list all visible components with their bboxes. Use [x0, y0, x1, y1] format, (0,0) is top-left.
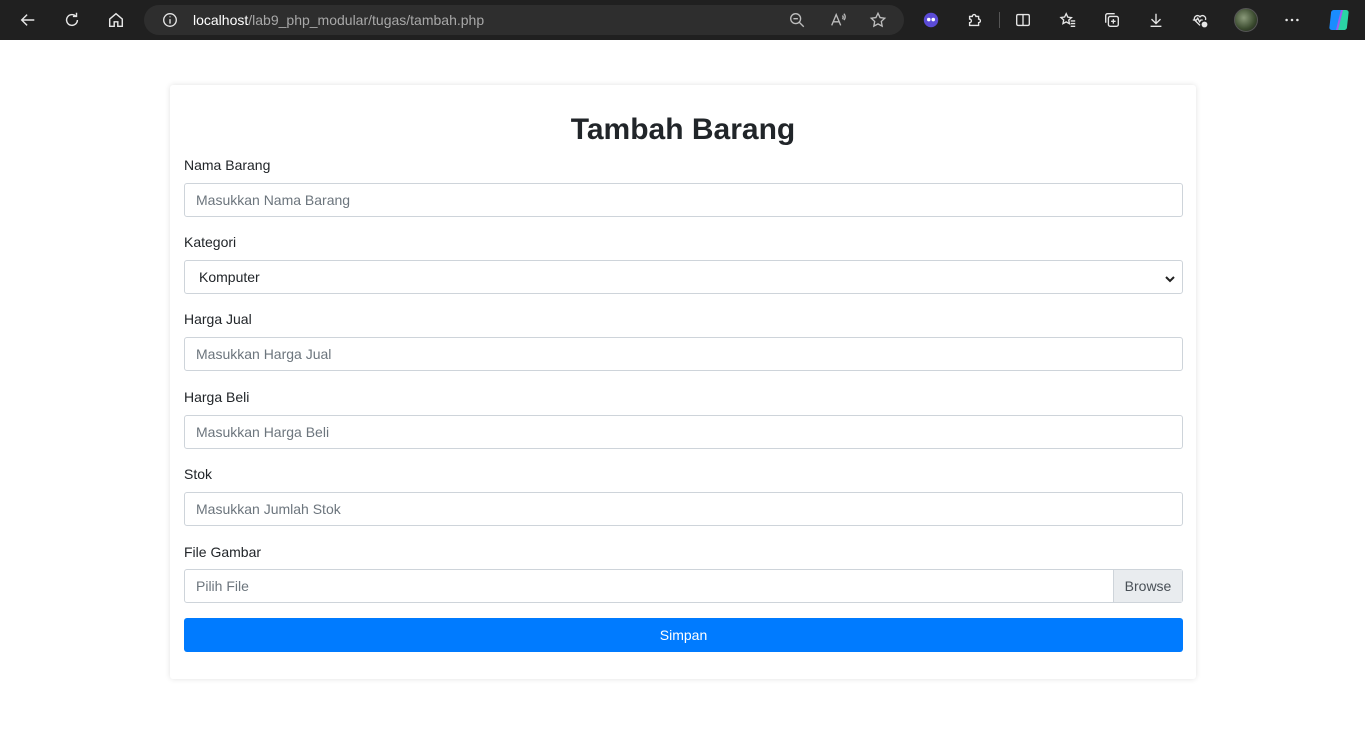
- nama-barang-input[interactable]: Masukkan Nama Barang: [184, 183, 1183, 217]
- harga-beli-input[interactable]: Masukkan Harga Beli: [184, 415, 1183, 449]
- harga-jual-input[interactable]: Masukkan Harga Jual: [184, 337, 1183, 371]
- read-aloud-icon[interactable]: [829, 11, 847, 29]
- file-gambar-label: File Gambar: [184, 544, 262, 560]
- simpan-button[interactable]: Simpan: [184, 618, 1183, 652]
- split-screen-icon[interactable]: [1009, 6, 1037, 34]
- extensions-icon[interactable]: [961, 6, 989, 34]
- nama-barang-placeholder: Masukkan Nama Barang: [196, 192, 351, 208]
- profile-avatar[interactable]: [1234, 8, 1258, 32]
- page-title: Tambah Barang: [570, 113, 796, 146]
- home-icon[interactable]: [102, 6, 130, 34]
- extension-bot-icon[interactable]: [917, 6, 945, 34]
- browse-button[interactable]: Browse: [1113, 570, 1182, 602]
- file-gambar-input[interactable]: Pilih File Browse: [184, 569, 1183, 603]
- zoom-out-icon[interactable]: [788, 11, 806, 29]
- favorites-icon[interactable]: [1054, 6, 1082, 34]
- stok-placeholder: Masukkan Jumlah Stok: [196, 501, 341, 517]
- stok-label: Stok: [184, 466, 213, 482]
- harga-beli-placeholder: Masukkan Harga Beli: [196, 424, 330, 440]
- back-icon[interactable]: [14, 6, 42, 34]
- toolbar-separator: [999, 12, 1000, 28]
- downloads-icon[interactable]: [1142, 6, 1170, 34]
- address-url[interactable]: localhost/lab9_php_modular/tugas/tambah.…: [193, 12, 484, 28]
- kategori-select[interactable]: Komputer: [184, 260, 1183, 294]
- info-icon[interactable]: [161, 11, 179, 29]
- more-icon[interactable]: [1278, 6, 1306, 34]
- kategori-label: Kategori: [184, 234, 237, 250]
- harga-jual-placeholder: Masukkan Harga Jual: [196, 346, 332, 362]
- kategori-selected-value: Komputer: [199, 269, 260, 285]
- nama-barang-label: Nama Barang: [184, 157, 271, 173]
- browser-toolbar: localhost/lab9_php_modular/tugas/tambah.…: [0, 0, 1365, 40]
- harga-beli-label: Harga Beli: [184, 389, 250, 405]
- harga-jual-label: Harga Jual: [184, 311, 252, 327]
- stok-input[interactable]: Masukkan Jumlah Stok: [184, 492, 1183, 526]
- browser-essentials-icon[interactable]: [1186, 6, 1214, 34]
- chevron-down-icon: [1164, 272, 1176, 284]
- refresh-icon[interactable]: [58, 6, 86, 34]
- collections-icon[interactable]: [1098, 6, 1126, 34]
- copilot-icon[interactable]: [1326, 7, 1352, 33]
- form-card: Tambah Barang Nama Barang Masukkan Nama …: [170, 85, 1196, 679]
- file-gambar-placeholder: Pilih File: [196, 578, 249, 594]
- address-bar[interactable]: localhost/lab9_php_modular/tugas/tambah.…: [144, 5, 904, 35]
- favorite-star-icon[interactable]: [869, 11, 887, 29]
